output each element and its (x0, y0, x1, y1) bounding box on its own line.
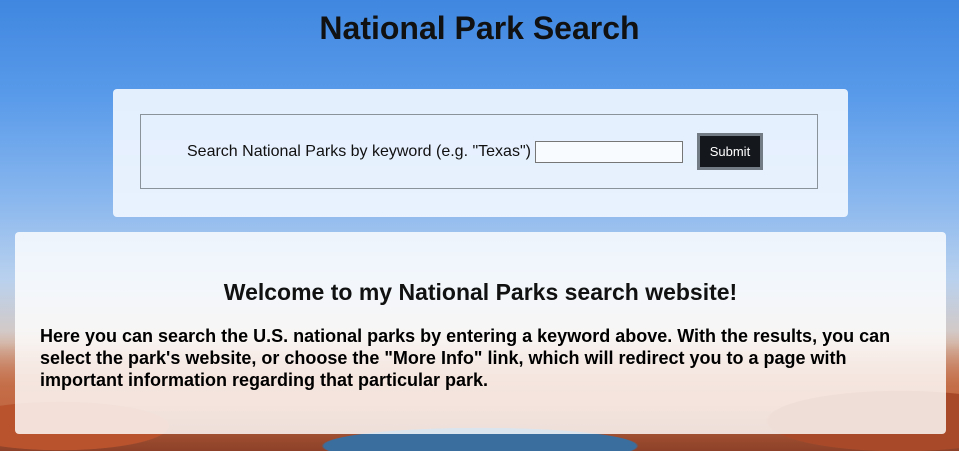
welcome-panel: Welcome to my National Parks search webs… (15, 232, 946, 434)
welcome-heading: Welcome to my National Parks search webs… (223, 279, 738, 305)
welcome-description: Here you can search the U.S. national pa… (40, 326, 891, 390)
page-title: National Park Search (319, 10, 640, 46)
search-panel: Search National Parks by keyword (e.g. "… (113, 89, 848, 217)
search-label: Search National Parks by keyword (e.g. "… (187, 142, 531, 160)
submit-button[interactable]: Submit (696, 133, 763, 170)
search-input[interactable] (534, 140, 683, 163)
search-form: Search National Parks by keyword (e.g. "… (140, 114, 818, 189)
